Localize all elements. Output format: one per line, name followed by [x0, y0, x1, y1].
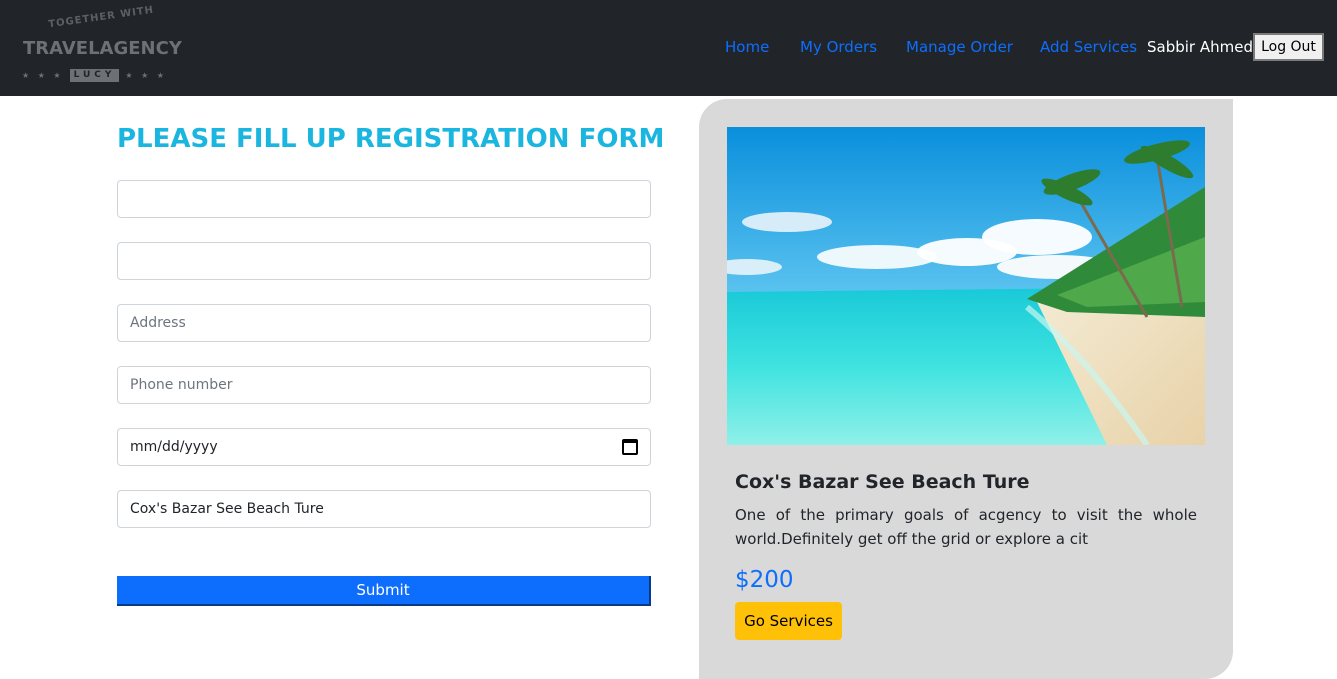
- nav-link-manage-order[interactable]: Manage Order: [906, 38, 1013, 56]
- name-field[interactable]: [117, 180, 651, 218]
- service-name-field[interactable]: Cox's Bazar See Beach Ture: [117, 490, 651, 528]
- logo-wordmark: TRAVELAGENCY: [23, 38, 182, 59]
- go-services-button[interactable]: Go Services: [735, 602, 842, 640]
- nav-link-add-services[interactable]: Add Services: [1040, 38, 1137, 56]
- address-field[interactable]: Address: [117, 304, 651, 342]
- logout-button[interactable]: Log Out: [1253, 33, 1324, 61]
- logo-badge: LUCY: [69, 68, 120, 82]
- date-field[interactable]: mm/dd/yyyy: [117, 428, 651, 466]
- card-description: One of the primary goals of acgency to v…: [735, 506, 1197, 548]
- beach-image: [727, 127, 1205, 445]
- card-price: $200: [735, 567, 794, 593]
- travel-agency-logo[interactable]: TOGETHER WITH TRAVELAGENCY ★ ★ ★ LUCY ★ …: [20, 4, 182, 88]
- service-card: Cox's Bazar See Beach Ture One of the pr…: [699, 99, 1233, 679]
- phone-number-field[interactable]: Phone number: [117, 366, 651, 404]
- nav-link-my-orders[interactable]: My Orders: [800, 38, 877, 56]
- card-title: Cox's Bazar See Beach Ture: [735, 471, 1030, 493]
- form-title: PLEASE FILL UP REGISTRATION FORM: [117, 124, 665, 154]
- logo-badge-row: ★ ★ ★ LUCY ★ ★ ★: [22, 68, 167, 82]
- date-field-placeholder: mm/dd/yyyy: [130, 439, 218, 455]
- email-field[interactable]: [117, 242, 651, 280]
- logo-tagline: TOGETHER WITH: [47, 4, 155, 31]
- submit-button[interactable]: Submit: [117, 576, 651, 606]
- logo-stars-right: ★ ★ ★: [125, 70, 167, 80]
- logo-stars-left: ★ ★ ★: [22, 70, 64, 80]
- calendar-icon[interactable]: [622, 439, 638, 455]
- user-name: Sabbir Ahmed: [1147, 38, 1253, 56]
- nav-link-home[interactable]: Home: [725, 38, 769, 56]
- beach-picture: [727, 127, 1205, 445]
- top-navbar: TOGETHER WITH TRAVELAGENCY ★ ★ ★ LUCY ★ …: [0, 0, 1337, 96]
